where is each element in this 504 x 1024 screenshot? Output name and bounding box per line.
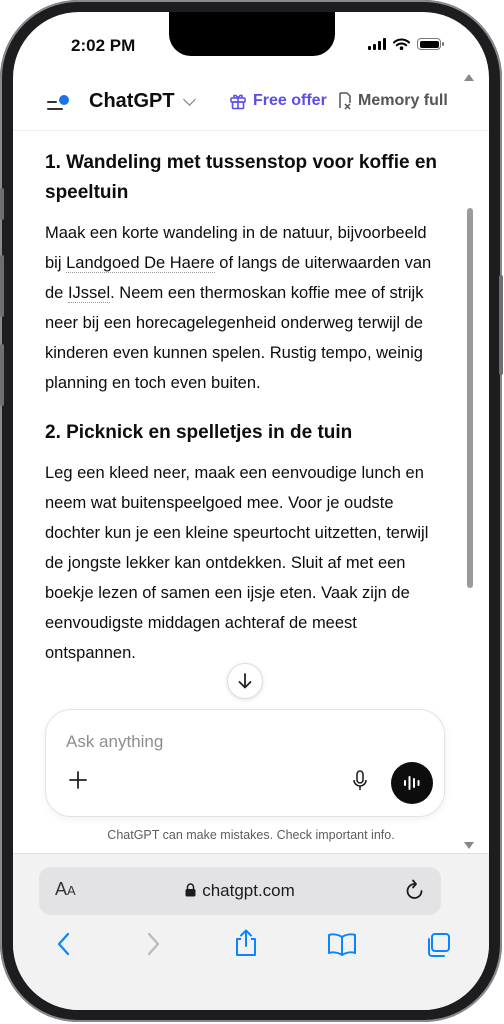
chevron-down-icon	[182, 93, 196, 106]
scroll-to-bottom-button[interactable]	[227, 663, 263, 699]
url-display[interactable]: chatgpt.com	[39, 881, 441, 901]
free-offer-label: Free offer	[253, 92, 327, 109]
notch	[169, 12, 335, 56]
address-bar[interactable]: AA chatgpt.com	[39, 867, 441, 915]
memory-label: Memory full	[358, 92, 448, 109]
entity-link-landgoed[interactable]: Landgoed De Haere	[66, 254, 215, 273]
gift-icon	[230, 94, 246, 110]
model-selector[interactable]: ChatGPT	[89, 90, 196, 113]
disclaimer: ChatGPT can make mistakes. Check importa…	[107, 828, 395, 842]
status-time: 2:02 PM	[71, 36, 136, 55]
memory-icon	[339, 92, 351, 110]
scroll-up-arrow[interactable]	[464, 74, 474, 81]
assistant-message: 1. Wandeling met tussenstop voor koffie …	[45, 148, 447, 688]
safari-bottom-bar: AA chatgpt.com	[13, 853, 489, 1010]
scrollbar-thumb[interactable]	[467, 208, 473, 588]
url-text: chatgpt.com	[202, 881, 295, 900]
lock-icon	[185, 883, 196, 897]
section-heading: 2. Picknick en spelletjes in de tuin	[45, 422, 353, 443]
screen: 2:02 PM ChatGPT Free offer Memory full 1…	[13, 12, 489, 1010]
battery-icon	[417, 38, 444, 50]
side-button-volume-down	[0, 344, 4, 406]
side-button-volume-up	[0, 255, 4, 317]
section-paragraph: Maak een korte wandeling in de natuur, b…	[45, 218, 447, 398]
bookmarks-icon[interactable]	[327, 932, 357, 956]
reload-icon[interactable]	[405, 879, 425, 901]
notification-dot	[59, 95, 69, 105]
voice-icon	[404, 776, 420, 790]
free-offer-button[interactable]: Free offer	[229, 92, 327, 110]
forward-icon[interactable]	[146, 932, 160, 956]
chat-header: ChatGPT Free offer Memory full	[13, 74, 489, 131]
wifi-icon	[393, 38, 410, 50]
app-title: ChatGPT	[89, 90, 175, 112]
arrow-down-icon	[238, 673, 252, 689]
composer[interactable]: Ask anything	[45, 709, 445, 817]
prompt-input[interactable]: Ask anything	[66, 732, 163, 752]
safari-toolbar	[13, 929, 489, 972]
menu-icon[interactable]	[47, 95, 69, 112]
status-icons	[368, 38, 444, 50]
section-paragraph: Leg een kleed neer, maak een eenvoudige …	[45, 464, 429, 662]
side-button-power	[499, 275, 503, 375]
section-heading: 1. Wandeling met tussenstop voor koffie …	[45, 152, 438, 203]
scroll-down-arrow[interactable]	[464, 842, 474, 849]
voice-mode-button[interactable]	[391, 762, 433, 804]
memory-full-button[interactable]: Memory full	[338, 92, 448, 110]
signal-icon	[368, 38, 386, 50]
back-icon[interactable]	[57, 932, 71, 956]
plus-icon[interactable]	[68, 770, 88, 790]
mic-icon[interactable]	[352, 770, 368, 792]
share-icon[interactable]	[233, 928, 259, 958]
tabs-icon[interactable]	[425, 932, 451, 958]
entity-link-ijssel[interactable]: IJssel	[67, 284, 111, 303]
side-button-silent	[0, 188, 4, 220]
